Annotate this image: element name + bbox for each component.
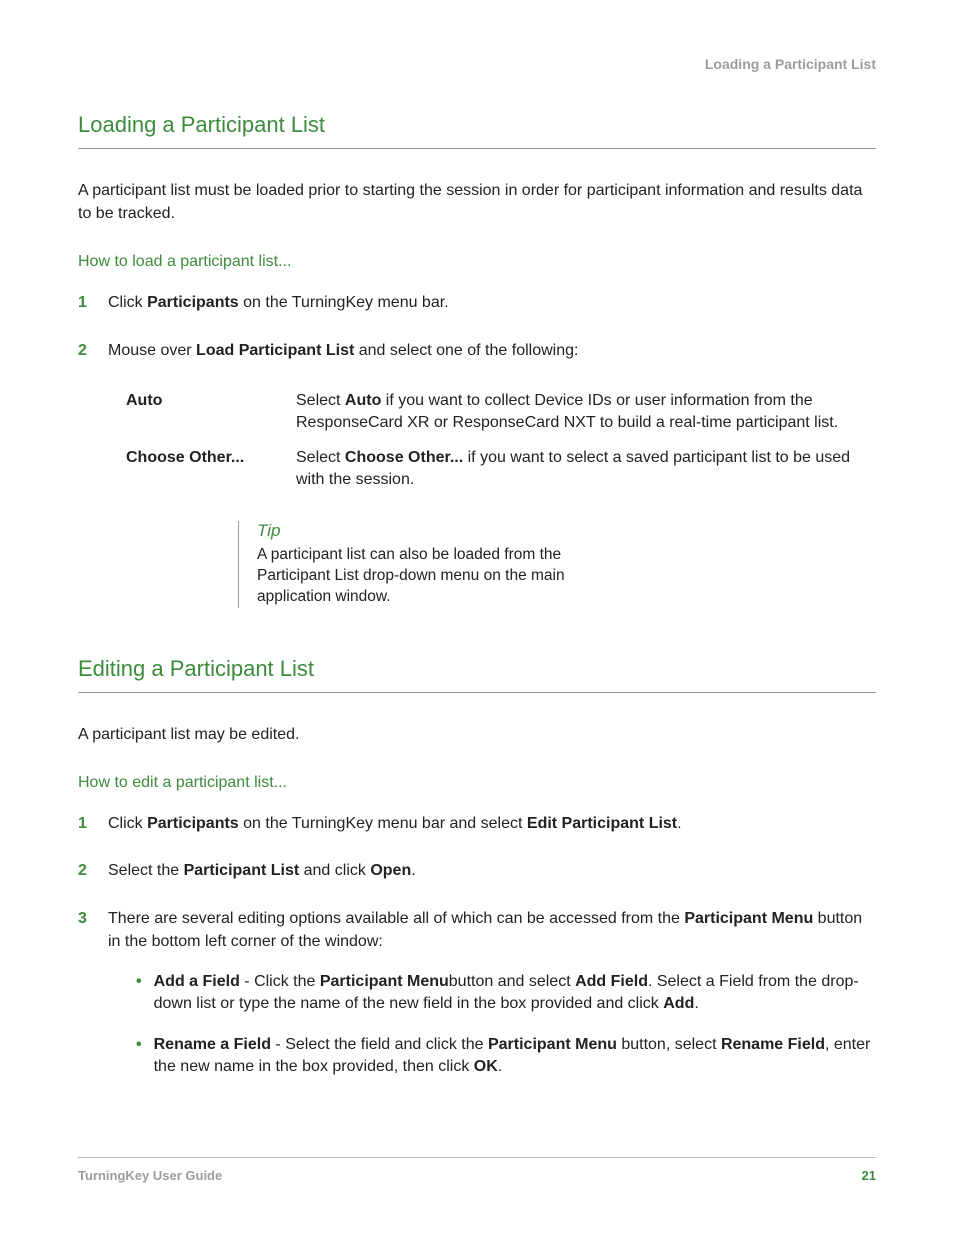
step-item: 1 Click Participants on the TurningKey m…	[78, 812, 876, 835]
tip-title: Tip	[257, 521, 638, 541]
running-header: Loading a Participant List	[78, 56, 876, 72]
step-number: 3	[78, 907, 92, 1097]
intro-text: A participant list must be loaded prior …	[78, 179, 876, 225]
section-heading-editing: Editing a Participant List	[78, 656, 876, 693]
step-list: 1 Click Participants on the TurningKey m…	[78, 291, 876, 361]
howto-heading: How to edit a participant list...	[78, 774, 876, 792]
step-number: 1	[78, 291, 92, 314]
option-desc: Select Choose Other... if you want to se…	[296, 447, 876, 492]
step-text: Click Participants on the TurningKey men…	[108, 812, 876, 835]
option-label: Choose Other...	[126, 447, 276, 492]
tip-text: A participant list can also be loaded fr…	[257, 545, 638, 608]
section-editing: Editing a Participant List A participant…	[78, 656, 876, 1097]
option-row: Auto Select Auto if you want to collect …	[126, 390, 876, 435]
section-loading: Loading a Participant List A participant…	[78, 112, 876, 608]
step-text: Select the Participant List and click Op…	[108, 859, 876, 882]
step-list: 1 Click Participants on the TurningKey m…	[78, 812, 876, 1096]
option-label: Auto	[126, 390, 276, 435]
step-number: 2	[78, 859, 92, 882]
bullet-item: • Rename a Field - Select the field and …	[136, 1034, 876, 1079]
intro-text: A participant list may be edited.	[78, 723, 876, 746]
bullet-item: • Add a Field - Click the Participant Me…	[136, 971, 876, 1016]
step-text: Mouse over Load Participant List and sel…	[108, 339, 876, 362]
option-desc: Select Auto if you want to collect Devic…	[296, 390, 876, 435]
options-table: Auto Select Auto if you want to collect …	[126, 390, 876, 492]
step-number: 1	[78, 812, 92, 835]
step-item: 3 There are several editing options avai…	[78, 907, 876, 1097]
tip-block: Tip A participant list can also be loade…	[238, 521, 638, 608]
option-row: Choose Other... Select Choose Other... i…	[126, 447, 876, 492]
page-number: 21	[862, 1168, 876, 1183]
bullet-icon: •	[136, 1034, 142, 1079]
howto-heading: How to load a participant list...	[78, 253, 876, 271]
page-content: Loading a Participant List Loading a Par…	[0, 0, 954, 1097]
bullet-text: Rename a Field - Select the field and cl…	[154, 1034, 876, 1079]
step-item: 2 Select the Participant List and click …	[78, 859, 876, 882]
page-footer: TurningKey User Guide 21	[78, 1157, 876, 1183]
step-item: 1 Click Participants on the TurningKey m…	[78, 291, 876, 314]
step-item: 2 Mouse over Load Participant List and s…	[78, 339, 876, 362]
section-heading-loading: Loading a Participant List	[78, 112, 876, 149]
bullet-text: Add a Field - Click the Participant Menu…	[154, 971, 876, 1016]
step-number: 2	[78, 339, 92, 362]
bullet-list: • Add a Field - Click the Participant Me…	[136, 971, 876, 1079]
step-text: There are several editing options availa…	[108, 907, 876, 1097]
footer-title: TurningKey User Guide	[78, 1168, 222, 1183]
step-text: Click Participants on the TurningKey men…	[108, 291, 876, 314]
bullet-icon: •	[136, 971, 142, 1016]
